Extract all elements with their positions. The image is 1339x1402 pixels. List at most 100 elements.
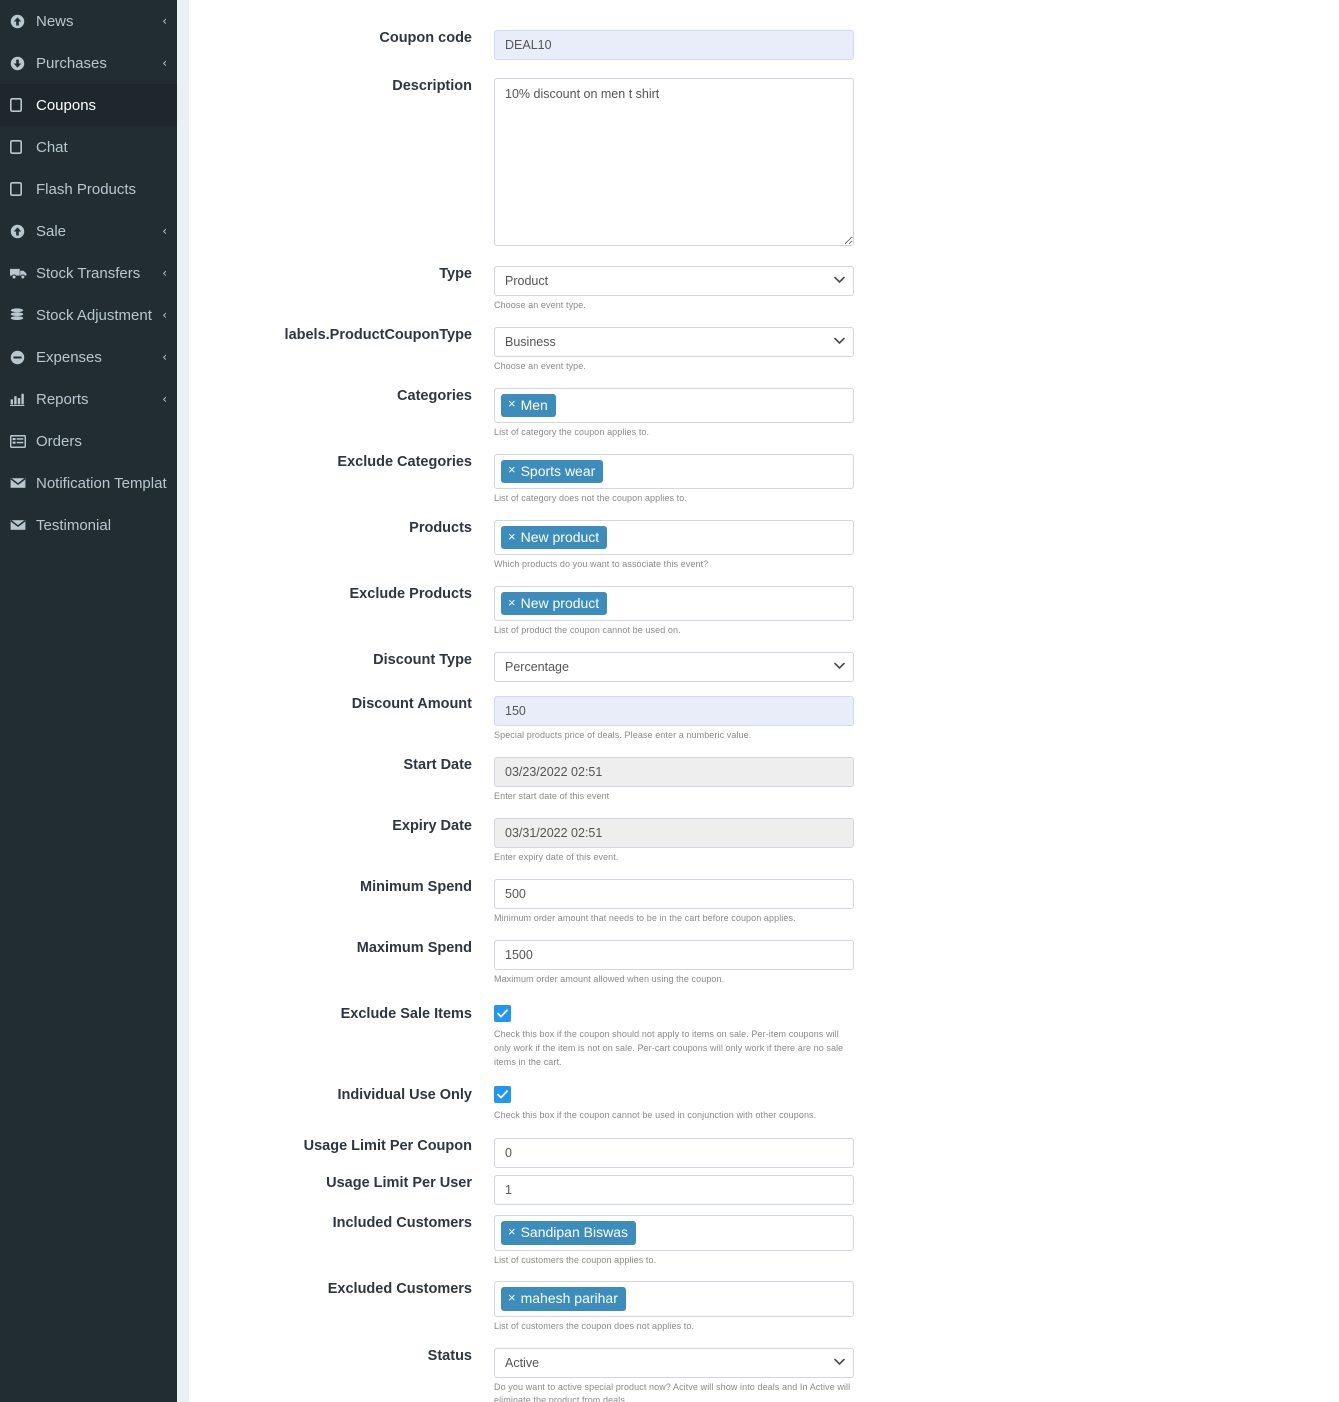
sidebar-content-gap (177, 0, 189, 1402)
label-exclude-categories: Exclude Categories (337, 453, 472, 470)
type-select-wrapper[interactable] (494, 266, 854, 296)
help-maximum-spend: Maximum order amount allowed when using … (494, 973, 725, 984)
help-exclude-sale-items: Check this box if the coupon should not … (494, 1028, 844, 1067)
remove-tag-icon[interactable]: × (508, 1290, 516, 1306)
app-root: News ‹ Purchases ‹ Coupons Chat Flash Products… (0, 0, 1339, 1402)
start-date-input[interactable] (494, 756, 854, 787)
label-exclude-products: Exclude Products (349, 585, 472, 602)
expiry-date-input[interactable] (494, 817, 854, 848)
help-minimum-spend: Minimum order amount that needs to be in… (494, 912, 796, 923)
sidebar-item-notification-templates[interactable]: Notification Templates (0, 462, 177, 504)
sidebar-item-label: Sale (36, 222, 67, 240)
chevron-left-icon[interactable]: ‹ (162, 350, 167, 364)
usage-limit-per-user-input[interactable] (494, 1175, 854, 1206)
chevron-left-icon[interactable]: ‹ (162, 14, 167, 28)
help-product-coupon-type: Choose an event type. (494, 360, 586, 371)
sidebar-item-chat[interactable]: Chat (0, 126, 177, 168)
remove-tag-icon[interactable]: × (508, 1224, 516, 1240)
label-discount-amount: Discount Amount (351, 696, 472, 712)
help-status: Do you want to active special product no… (494, 1381, 851, 1402)
sidebar-item-expenses[interactable]: Expenses ‹ (0, 336, 177, 378)
tag-item[interactable]: × New product (501, 591, 608, 616)
minimum-spend-input[interactable] (494, 878, 854, 909)
label-status: Status (427, 1347, 472, 1364)
list-icon (10, 433, 30, 449)
discount-type-select[interactable] (494, 652, 854, 682)
usage-limit-per-coupon-input[interactable] (494, 1138, 854, 1169)
field-row-start-date: Start Date Enter start date of this even… (189, 756, 1339, 804)
chevron-left-icon[interactable]: ‹ (162, 56, 167, 70)
truck-icon (10, 265, 30, 281)
sidebar: News ‹ Purchases ‹ Coupons Chat Flash Products… (0, 0, 177, 1402)
product-coupon-type-select[interactable] (494, 326, 854, 357)
sidebar-item-news[interactable]: News ‹ (0, 0, 177, 42)
sidebar-item-orders[interactable]: Orders (0, 420, 177, 462)
field-row-individual-use-only: Individual Use Only Check this box if th… (189, 1085, 1339, 1123)
type-select[interactable] (494, 266, 854, 296)
remove-tag-icon[interactable]: × (508, 595, 516, 611)
tag-item[interactable]: × mahesh parihar (501, 1287, 626, 1311)
field-row-status: Status Do you want to active special pro… (189, 1347, 1339, 1402)
label-excluded-customers: Excluded Customers (327, 1281, 472, 1298)
label-discount-type: Discount Type (373, 652, 472, 668)
tag-item[interactable]: × Men (501, 393, 556, 417)
sidebar-item-coupons[interactable]: Coupons (0, 84, 177, 126)
envelope-icon (10, 517, 30, 533)
help-exclude-products: List of product the coupon cannot be use… (494, 625, 681, 636)
sidebar-item-reports[interactable]: Reports ‹ (0, 378, 177, 420)
included-customers-tag-input[interactable]: × Sandipan Biswas (494, 1215, 854, 1251)
envelope-icon (10, 475, 30, 491)
remove-tag-icon[interactable]: × (508, 397, 516, 412)
description-textarea[interactable] (494, 78, 854, 246)
excluded-customers-tag-input[interactable]: × mahesh parihar (494, 1281, 854, 1317)
sidebar-item-testimonial[interactable]: Testimonial (0, 504, 177, 546)
coupon-code-input[interactable] (494, 30, 854, 60)
square-icon (10, 97, 30, 113)
arrow-up-circle-icon (10, 223, 30, 239)
field-row-usage-limit-per-coupon: Usage Limit Per Coupon (189, 1138, 1339, 1169)
tag-label: Men (520, 396, 548, 413)
tag-item[interactable]: × Sports wear (501, 459, 604, 483)
tag-item[interactable]: × New product (501, 525, 608, 550)
sidebar-item-stock-adjustment[interactable]: Stock Adjustment ‹ (0, 294, 177, 336)
sidebar-item-label: Chat (36, 138, 68, 156)
products-tag-input[interactable]: × New product (494, 519, 854, 556)
arrow-down-circle-icon (10, 55, 30, 71)
sidebar-item-label: Orders (36, 432, 82, 450)
remove-tag-icon[interactable]: × (508, 529, 516, 545)
label-expiry-date: Expiry Date (392, 817, 472, 834)
tag-item[interactable]: × Sandipan Biswas (501, 1221, 636, 1245)
status-select[interactable] (494, 1347, 854, 1378)
discount-amount-input[interactable] (494, 696, 854, 726)
product-coupon-type-select-wrapper[interactable] (494, 326, 854, 357)
remove-tag-icon[interactable]: × (508, 463, 516, 478)
sidebar-item-flash-products[interactable]: Flash Products (0, 168, 177, 210)
sidebar-item-label: Purchases (36, 54, 107, 72)
chevron-left-icon[interactable]: ‹ (162, 266, 167, 280)
help-exclude-categories: List of category does not the coupon app… (494, 493, 687, 503)
sidebar-item-purchases[interactable]: Purchases ‹ (0, 42, 177, 84)
help-discount-amount: Special products price of deals. Please … (494, 730, 752, 740)
sidebar-item-label: Notification Templates (36, 474, 167, 492)
chevron-left-icon[interactable]: ‹ (162, 392, 167, 406)
sidebar-item-label: News (36, 12, 74, 30)
exclude-products-tag-input[interactable]: × New product (494, 585, 854, 622)
chevron-left-icon[interactable]: ‹ (162, 224, 167, 238)
discount-type-select-wrapper[interactable] (494, 652, 854, 682)
label-coupon-code: Coupon code (379, 30, 472, 46)
exclude-sale-items-checkbox[interactable] (494, 1004, 511, 1022)
tag-label: Sandipan Biswas (520, 1224, 628, 1241)
field-row-discount-amount: Discount Amount Special products price o… (189, 696, 1339, 743)
chevron-left-icon[interactable]: ‹ (162, 308, 167, 322)
bar-chart-icon (10, 391, 30, 407)
categories-tag-input[interactable]: × Men (494, 387, 854, 423)
field-row-expiry-date: Expiry Date Enter expiry date of this ev… (189, 817, 1339, 865)
exclude-categories-tag-input[interactable]: × Sports wear (494, 453, 854, 489)
maximum-spend-input[interactable] (494, 939, 854, 970)
status-select-wrapper[interactable] (494, 1347, 854, 1378)
individual-use-only-checkbox[interactable] (494, 1085, 511, 1103)
sidebar-item-sale[interactable]: Sale ‹ (0, 210, 177, 252)
sidebar-item-stock-transfers[interactable]: Stock Transfers ‹ (0, 252, 177, 294)
help-excluded-customers: List of customers the coupon does not ap… (494, 1320, 695, 1331)
field-row-maximum-spend: Maximum Spend Maximum order amount allow… (189, 939, 1339, 987)
